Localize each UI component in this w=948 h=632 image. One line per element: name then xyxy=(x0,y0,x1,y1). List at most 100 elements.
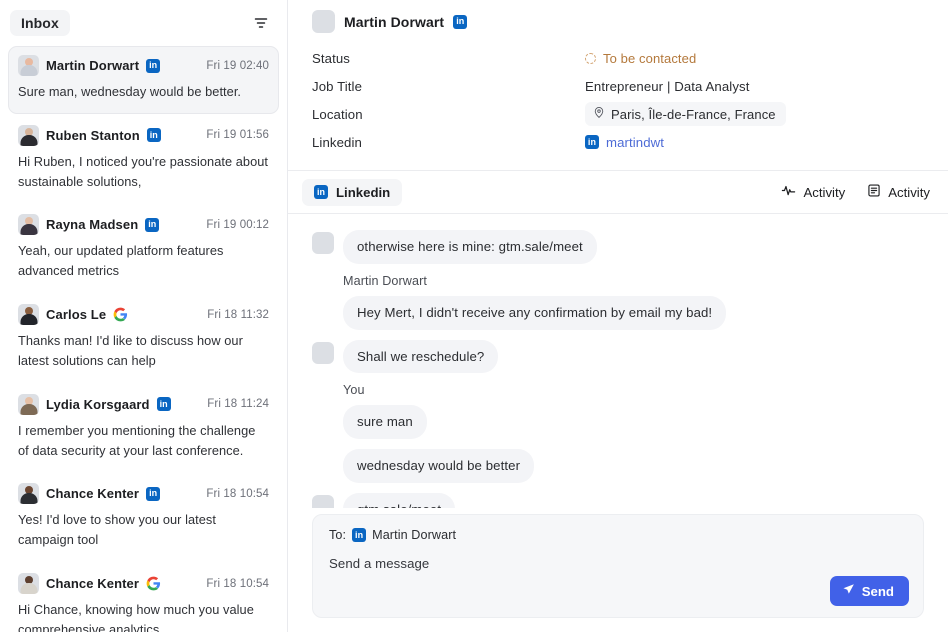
list-item-preview: Hi Ruben, I noticed you're passionate ab… xyxy=(18,153,269,189)
avatar xyxy=(18,573,39,595)
avatar xyxy=(312,232,334,254)
profile-field-label: Linkedin xyxy=(312,134,362,150)
compose-area: To: in Martin Dorwart Send a message Sen… xyxy=(288,508,948,632)
profile-field-row: Linkedin in martindwt xyxy=(312,128,924,156)
message-row: wednesday would be better xyxy=(312,449,924,484)
message-bubble: wednesday would be better xyxy=(343,449,535,484)
linkedin-icon: in xyxy=(453,14,468,29)
activity-pulse-button[interactable]: Activity xyxy=(781,183,845,201)
activity-note-button[interactable]: Activity xyxy=(867,183,930,201)
send-icon xyxy=(842,583,855,599)
inbox-title[interactable]: Inbox xyxy=(10,10,70,36)
conversation-list[interactable]: Martin Dorwart in Fri 19 02:40 Sure man, we… xyxy=(0,46,287,632)
profile-field-value[interactable]: in martindwt xyxy=(585,135,664,150)
contact-profile: Martin Dorwart in Status To be contacted J… xyxy=(288,0,948,170)
list-item-header: Martin Dorwart in Fri 19 02:40 xyxy=(18,55,269,76)
list-item-name: Chance Kenter xyxy=(46,576,140,592)
linkedin-icon: in xyxy=(146,128,161,143)
profile-fields: Status To be contacted Job Title Entreprene… xyxy=(312,44,924,156)
note-icon xyxy=(867,183,881,201)
list-item-preview: Thanks man! I'd like to discuss how our … xyxy=(18,333,243,368)
message-row: Hey Mert, I didn't receive any confirmat… xyxy=(312,295,924,330)
list-item-preview: Hi Chance, knowing how much you value co… xyxy=(18,602,254,632)
linkedin-icon: in xyxy=(585,135,599,149)
compose-to-label: To: xyxy=(329,528,347,542)
avatar xyxy=(18,214,39,236)
send-button[interactable]: Send xyxy=(829,576,909,606)
google-icon xyxy=(113,307,128,322)
tab-linkedin[interactable]: in Linkedin xyxy=(302,178,403,206)
inbox-sidebar: Inbox Martin Dorwart in Fri 19 02:40 Sure m… xyxy=(0,0,288,632)
list-item[interactable]: Rayna Madsen in Fri 19 00:12 Yeah, our upda… xyxy=(8,205,279,293)
message-bubble: Hey Mert, I didn't receive any confirmat… xyxy=(343,295,727,330)
list-item-name: Ruben Stanton xyxy=(46,127,140,143)
list-item-preview: I remember you mentioning the challenge … xyxy=(18,422,256,458)
activity-actions: Activity Activity xyxy=(781,183,930,201)
tab-list: in Linkedin xyxy=(302,178,403,206)
list-item[interactable]: Chance Kenter in Fri 18 10:54 Yes! I'd love… xyxy=(8,474,279,562)
list-item[interactable]: Ruben Stanton in Fri 19 01:56 Hi Ruben, I n… xyxy=(8,116,279,204)
google-icon xyxy=(146,576,161,591)
profile-field-row: Location Paris, Île-de-France, France xyxy=(312,100,924,128)
activity-note-label: Activity xyxy=(888,184,930,200)
avatar xyxy=(312,10,335,33)
list-item-name: Martin Dorwart xyxy=(46,58,140,73)
linkedin-icon: in xyxy=(314,185,328,199)
filter-icon[interactable] xyxy=(249,11,273,35)
app-root: Inbox Martin Dorwart in Fri 19 02:40 Sure m… xyxy=(0,0,948,632)
compose-to-name: Martin Dorwart xyxy=(372,528,457,542)
message-thread: otherwise here is mine: gtm.sale/meet Mar… xyxy=(288,214,948,508)
list-item-name: Lydia Korsgaard xyxy=(46,396,150,412)
list-item-header: Chance Kenter in Fri 18 10:54 xyxy=(18,483,269,505)
location-pill[interactable]: Paris, Île-de-France, France xyxy=(585,102,786,126)
avatar xyxy=(18,483,39,505)
message-bubble: otherwise here is mine: gtm.sale/meet xyxy=(343,230,597,264)
status-badge[interactable]: To be contacted xyxy=(585,51,696,66)
linkedin-icon: in xyxy=(352,528,367,542)
sidebar-header: Inbox xyxy=(0,0,287,46)
compose-recipient: To: in Martin Dorwart xyxy=(329,528,907,542)
message-sender: Martin Dorwart xyxy=(343,273,427,288)
profile-field-row: Job Title Entrepreneur | Data Analyst xyxy=(312,72,924,100)
avatar xyxy=(18,55,39,76)
message-row: Shall we reschedule? xyxy=(312,339,924,374)
message-row: gtm.sale/meet xyxy=(312,493,924,508)
pulse-icon xyxy=(781,183,796,201)
list-item[interactable]: Chance Kenter Fri 18 10:54 Hi Chance, know… xyxy=(8,564,279,632)
compose-box[interactable]: To: in Martin Dorwart Send a message Sen… xyxy=(312,514,924,618)
linkedin-profile-link[interactable]: in martindwt xyxy=(585,135,664,150)
avatar xyxy=(312,341,334,364)
page-title: Martin Dorwart xyxy=(344,13,445,30)
avatar xyxy=(18,124,39,146)
message-input[interactable]: Send a message xyxy=(329,556,907,571)
profile-field-value[interactable]: To be contacted xyxy=(585,51,696,66)
profile-field-text: Entrepreneur | Data Analyst xyxy=(585,78,750,94)
list-item-time: Fri 19 01:56 xyxy=(206,129,269,142)
message-bubble: Shall we reschedule? xyxy=(343,339,499,374)
linkedin-icon: in xyxy=(145,217,160,232)
list-item-time: Fri 18 10:54 xyxy=(206,487,269,500)
status-dot-icon xyxy=(585,52,596,64)
list-item-name: Carlos Le xyxy=(46,307,107,323)
profile-field-value[interactable]: Paris, Île-de-France, France xyxy=(585,102,786,126)
message-bubble: sure man xyxy=(343,405,427,440)
list-item-header: Ruben Stanton in Fri 19 01:56 xyxy=(18,124,269,146)
list-item[interactable]: Martin Dorwart in Fri 19 02:40 Sure man, we… xyxy=(8,46,279,114)
linkedin-icon: in xyxy=(146,486,161,501)
avatar xyxy=(312,495,334,508)
message-bubble: gtm.sale/meet xyxy=(343,493,456,508)
avatar xyxy=(18,393,39,415)
list-item[interactable]: Lydia Korsgaard in Fri 18 11:24 I remember … xyxy=(8,385,279,473)
location-label: Paris, Île-de-France, France xyxy=(611,106,776,122)
tab-linkedin-label: Linkedin xyxy=(336,184,391,200)
profile-field-value[interactable]: Entrepreneur | Data Analyst xyxy=(585,79,749,94)
list-item-preview: Yeah, our updated platform features adva… xyxy=(18,243,224,279)
list-item[interactable]: Carlos Le Fri 18 11:32 Thanks man! I'd lik… xyxy=(8,295,279,383)
activity-pulse-label: Activity xyxy=(803,184,846,200)
profile-field-label: Status xyxy=(312,50,350,66)
list-item-header: Lydia Korsgaard in Fri 18 11:24 xyxy=(18,393,269,415)
list-item-time: Fri 19 02:40 xyxy=(206,59,269,72)
avatar xyxy=(18,304,39,326)
list-item-name: Rayna Madsen xyxy=(46,217,139,233)
list-item-header: Rayna Madsen in Fri 19 00:12 xyxy=(18,214,269,236)
